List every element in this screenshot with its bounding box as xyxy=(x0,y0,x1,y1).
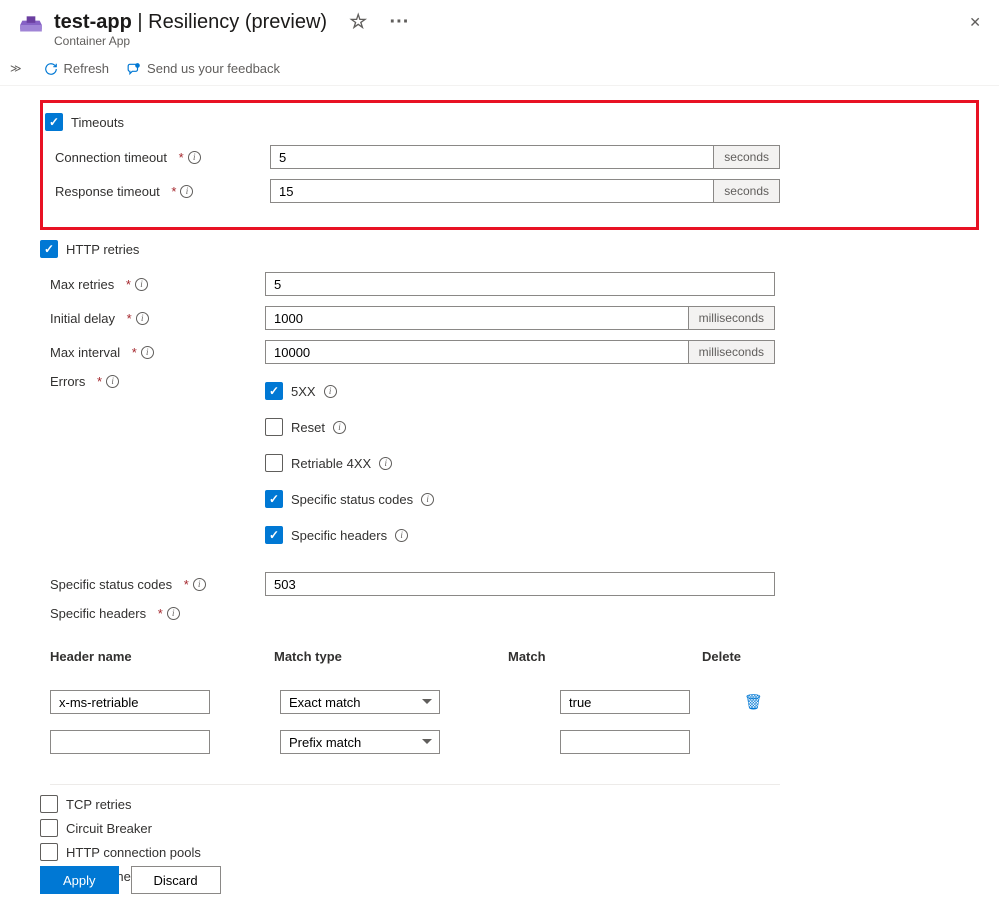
max-interval-input[interactable] xyxy=(265,340,689,364)
circuit-breaker-section[interactable]: Circuit Breaker xyxy=(40,819,979,837)
match-type-select[interactable] xyxy=(280,730,440,754)
info-icon[interactable] xyxy=(395,529,408,542)
http-conn-pools-checkbox[interactable] xyxy=(40,843,58,861)
col-match: Match xyxy=(508,649,688,664)
main-content: Timeouts Connection timeout * seconds Re… xyxy=(0,86,999,911)
error-specific-headers-row[interactable]: Specific headers xyxy=(265,526,434,544)
error-5xx-row[interactable]: 5XX xyxy=(265,382,434,400)
max-retries-label: Max retries * xyxy=(50,277,265,292)
max-interval-label: Max interval * xyxy=(50,345,265,360)
close-icon[interactable]: ✕ xyxy=(969,14,981,31)
info-icon[interactable] xyxy=(180,185,193,198)
errors-label: Errors * xyxy=(50,374,265,389)
match-input[interactable] xyxy=(560,690,690,714)
info-icon[interactable] xyxy=(379,457,392,470)
table-row xyxy=(50,722,979,762)
error-retriable4xx-checkbox[interactable] xyxy=(265,454,283,472)
star-icon[interactable]: ☆ xyxy=(349,11,367,33)
page-name: Resiliency (preview) xyxy=(148,11,327,33)
info-icon[interactable] xyxy=(421,493,434,506)
col-delete: Delete xyxy=(702,649,772,664)
info-icon[interactable] xyxy=(188,151,201,164)
refresh-button[interactable]: Refresh xyxy=(44,61,110,76)
max-retries-input[interactable] xyxy=(265,272,775,296)
tcp-retries-section[interactable]: TCP retries xyxy=(40,795,979,813)
info-icon[interactable] xyxy=(167,607,180,620)
error-5xx-checkbox[interactable] xyxy=(265,382,283,400)
unit-suffix: milliseconds xyxy=(689,306,775,330)
initial-delay-label: Initial delay * xyxy=(50,311,265,326)
unit-suffix: seconds xyxy=(714,179,780,203)
more-icon[interactable]: ··· xyxy=(389,11,409,33)
refresh-label: Refresh xyxy=(64,61,110,76)
error-reset-checkbox[interactable] xyxy=(265,418,283,436)
response-timeout-input[interactable] xyxy=(270,179,714,203)
col-header-name: Header name xyxy=(50,649,260,664)
info-icon[interactable] xyxy=(136,312,149,325)
connection-timeout-label: Connection timeout * xyxy=(55,150,270,165)
circuit-breaker-checkbox[interactable] xyxy=(40,819,58,837)
page-title: test-app | Resiliency (preview) ☆ ··· xyxy=(54,10,979,34)
specific-status-codes-label: Specific status codes * xyxy=(50,577,265,592)
page-header: test-app | Resiliency (preview) ☆ ··· Co… xyxy=(0,0,999,52)
timeouts-highlight: Timeouts Connection timeout * seconds Re… xyxy=(40,100,979,230)
command-bar: ≫ Refresh Send us your feedback xyxy=(0,52,999,86)
info-icon[interactable] xyxy=(193,578,206,591)
unit-suffix: seconds xyxy=(714,145,780,169)
error-retriable4xx-row[interactable]: Retriable 4XX xyxy=(265,454,434,472)
response-timeout-label: Response timeout * xyxy=(55,184,270,199)
table-row: 🗑 xyxy=(50,682,979,722)
error-specific-headers-checkbox[interactable] xyxy=(265,526,283,544)
col-match-type: Match type xyxy=(274,649,484,664)
timeouts-label: Timeouts xyxy=(71,115,124,130)
http-retries-label: HTTP retries xyxy=(66,242,139,257)
match-type-select[interactable] xyxy=(280,690,440,714)
http-retries-section[interactable]: HTTP retries xyxy=(40,240,979,258)
info-icon[interactable] xyxy=(106,375,119,388)
expand-nav-icon[interactable]: ≫ xyxy=(6,58,26,79)
http-retries-checkbox[interactable] xyxy=(40,240,58,258)
resource-type: Container App xyxy=(54,34,979,48)
http-conn-pools-section[interactable]: HTTP connection pools xyxy=(40,843,979,861)
tcp-retries-checkbox[interactable] xyxy=(40,795,58,813)
error-specific-codes-row[interactable]: Specific status codes xyxy=(265,490,434,508)
app-icon xyxy=(16,10,46,40)
header-name-input[interactable] xyxy=(50,690,210,714)
feedback-label: Send us your feedback xyxy=(147,61,280,76)
specific-status-codes-input[interactable] xyxy=(265,572,775,596)
info-icon[interactable] xyxy=(135,278,148,291)
timeouts-checkbox[interactable] xyxy=(45,113,63,131)
footer-bar: Apply Discard xyxy=(40,866,221,894)
header-name-input[interactable] xyxy=(50,730,210,754)
specific-headers-label: Specific headers * xyxy=(50,606,265,621)
error-specific-codes-checkbox[interactable] xyxy=(265,490,283,508)
app-name: test-app xyxy=(54,11,132,33)
trash-icon[interactable]: 🗑 xyxy=(744,694,763,711)
info-icon[interactable] xyxy=(333,421,346,434)
discard-button[interactable]: Discard xyxy=(131,866,221,894)
unit-suffix: milliseconds xyxy=(689,340,775,364)
error-reset-row[interactable]: Reset xyxy=(265,418,434,436)
headers-table: Header name Match type Match Delete 🗑 xyxy=(50,641,979,785)
match-input[interactable] xyxy=(560,730,690,754)
info-icon[interactable] xyxy=(141,346,154,359)
timeouts-section[interactable]: Timeouts xyxy=(45,113,960,131)
connection-timeout-input[interactable] xyxy=(270,145,714,169)
feedback-button[interactable]: Send us your feedback xyxy=(127,61,280,76)
info-icon[interactable] xyxy=(324,385,337,398)
apply-button[interactable]: Apply xyxy=(40,866,119,894)
initial-delay-input[interactable] xyxy=(265,306,689,330)
